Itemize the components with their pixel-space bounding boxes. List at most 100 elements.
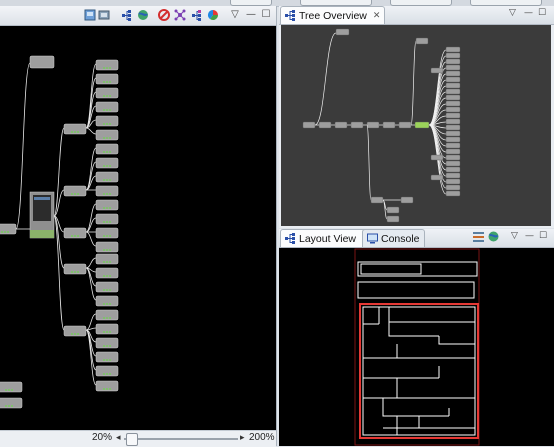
tab-console[interactable]: Console [362, 229, 425, 247]
tree-node [445, 130, 461, 137]
globe-icon[interactable] [488, 231, 499, 242]
tree-node [398, 121, 412, 129]
zoom-min-label: 20% [92, 432, 113, 443]
node-status-dot [106, 261, 108, 263]
minimize-icon[interactable]: — [525, 231, 534, 241]
node-status-dot [103, 345, 105, 347]
tab-label: Layout View [299, 232, 357, 245]
node-status-dot [71, 235, 73, 237]
view-hierarchy-graph [0, 55, 119, 409]
chevron-down-icon[interactable]: ▽ [229, 9, 241, 21]
minimize-icon[interactable]: — [245, 9, 257, 21]
tab-label: Console [381, 232, 420, 245]
layout-view-canvas[interactable] [279, 248, 554, 446]
pie-icon[interactable] [207, 9, 219, 21]
node-status-dot [7, 231, 9, 233]
zoom-decrease-arrow[interactable]: ◂ [116, 432, 121, 443]
tree-node [430, 67, 444, 74]
node-status-dot [106, 95, 108, 97]
tree-node [445, 52, 461, 59]
tree-node [445, 46, 461, 53]
node-status-dot [109, 81, 111, 83]
node-status-dot [103, 261, 105, 263]
node-status-dot [74, 235, 76, 237]
node-status-dot [106, 249, 108, 251]
minimize-icon[interactable]: — [524, 8, 533, 18]
tree-expand-icon[interactable] [191, 9, 203, 21]
maximize-icon[interactable]: ☐ [260, 9, 272, 21]
chevron-down-icon[interactable]: ▽ [509, 8, 516, 18]
node-status-dot [106, 221, 108, 223]
node-status-dot [4, 231, 6, 233]
node-status-dot [71, 131, 73, 133]
node-thumbnail-bar [34, 197, 50, 200]
node-status-dot [74, 271, 76, 273]
node-status-dot [5, 405, 7, 407]
node-status-dot [71, 333, 73, 335]
node-status-dot [106, 123, 108, 125]
tree-node [445, 142, 461, 149]
node-status-dot [103, 95, 105, 97]
tree-node [445, 172, 461, 179]
tree-node [445, 190, 461, 197]
tree-link [85, 231, 97, 247]
tree-view-canvas[interactable] [0, 26, 276, 430]
zoom-max-label: 200% [249, 432, 275, 443]
node-status-dot [103, 207, 105, 209]
tree-node [445, 166, 461, 173]
tree-node [445, 64, 461, 71]
tree-node [445, 58, 461, 65]
node-status-dot [103, 373, 105, 375]
tree-node [366, 121, 380, 129]
tree-node [334, 121, 348, 129]
node-status-dot [103, 81, 105, 83]
node-status-dot [77, 235, 79, 237]
chevron-down-icon[interactable]: ▽ [511, 231, 518, 241]
node-status-dot [106, 317, 108, 319]
tree-link [85, 127, 97, 135]
stop-icon[interactable] [158, 9, 170, 21]
tree-overview-canvas[interactable] [281, 25, 551, 226]
zoom-slider-track[interactable] [124, 438, 238, 440]
tab-tree-overview[interactable]: Tree Overview ✕ [280, 6, 386, 24]
node-status-dot [109, 95, 111, 97]
node-status-dot [103, 221, 105, 223]
selected-tree-node [414, 121, 430, 129]
tree-node [445, 148, 461, 155]
node-status-dot [11, 389, 13, 391]
zoom-increase-arrow[interactable]: ▸ [240, 432, 245, 443]
close-icon[interactable]: ✕ [373, 11, 381, 21]
globe-icon[interactable] [137, 9, 149, 21]
node-status-dot [109, 317, 111, 319]
node-status-dot [106, 179, 108, 181]
layers-icon[interactable] [473, 231, 484, 242]
node-status-dot [109, 289, 111, 291]
tree-node [445, 124, 461, 131]
node-status-dot [106, 275, 108, 277]
tree-link [366, 124, 372, 201]
maximize-icon[interactable]: ☐ [538, 8, 546, 18]
node-status-dot [8, 405, 10, 407]
node-status-dot [103, 331, 105, 333]
view-icon[interactable] [84, 9, 96, 21]
tree-node [370, 196, 384, 204]
tree-node [386, 206, 400, 214]
tab-layout-view[interactable]: Layout View ✕ [280, 229, 375, 247]
node-status-dot [103, 249, 105, 251]
node-status-dot [77, 333, 79, 335]
node-status-dot [106, 81, 108, 83]
zoom-slider-thumb[interactable] [126, 433, 139, 446]
node-status-dot [109, 193, 111, 195]
node-status-dot [106, 193, 108, 195]
node-status-dot [106, 289, 108, 291]
layers-icon[interactable] [98, 9, 110, 21]
hierarchy-icon[interactable] [174, 9, 186, 21]
tree-link [410, 40, 417, 126]
tree-node [445, 112, 461, 119]
maximize-icon[interactable]: ☐ [539, 231, 547, 241]
tree-icon[interactable] [121, 9, 133, 21]
node-status-dot [103, 193, 105, 195]
tree-icon [285, 233, 296, 244]
node-status-dot [109, 249, 111, 251]
tree-link [314, 32, 337, 126]
